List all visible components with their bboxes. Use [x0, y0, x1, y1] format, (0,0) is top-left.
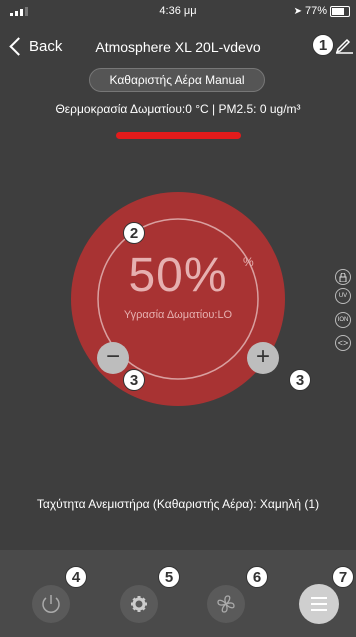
- edit-pencil-icon[interactable]: [334, 34, 354, 54]
- power-icon: [42, 595, 60, 613]
- fan-speed-text: Ταχύτητα Ανεμιστήρα (Καθαριστής Αέρα): Χ…: [36, 497, 320, 511]
- callout-badge-7: 7: [332, 566, 354, 588]
- settings-button[interactable]: [120, 585, 158, 623]
- battery-icon: [330, 5, 350, 17]
- percent-sign: %: [243, 255, 254, 269]
- callout-badge-3a: 3: [123, 369, 145, 391]
- battery-indicator: ➤ 77%: [294, 5, 350, 17]
- fan-icon: [217, 595, 235, 613]
- callout-badge-5: 5: [158, 566, 180, 588]
- decrease-button[interactable]: −: [97, 342, 129, 374]
- location-icon: ➤: [293, 5, 302, 17]
- room-humidity-label: Υγρασία Δωματίου:LO: [123, 309, 233, 321]
- status-bar-indicator: [116, 132, 241, 139]
- callout-badge-1: 1: [312, 34, 334, 56]
- uv-toggle[interactable]: UV: [335, 288, 351, 304]
- battery-percent: 77%: [304, 5, 327, 17]
- ion-toggle[interactable]: ION: [335, 312, 351, 328]
- mode-chip[interactable]: Καθαριστής Αέρα Manual: [89, 68, 265, 92]
- lock-icon[interactable]: [335, 269, 351, 285]
- increase-button[interactable]: +: [247, 342, 279, 374]
- status-bar: 4:36 μμ ➤ 77%: [0, 0, 356, 22]
- callout-badge-2: 2: [123, 222, 145, 244]
- oscillate-icon[interactable]: <>: [335, 335, 351, 351]
- room-info: Θερμοκρασία Δωματίου:0 °C | PM2.5: 0 ug/…: [55, 102, 301, 116]
- menu-button[interactable]: [299, 584, 339, 624]
- gear-icon: [131, 596, 147, 612]
- callout-badge-4: 4: [65, 566, 87, 588]
- fan-button[interactable]: [207, 585, 245, 623]
- hamburger-menu-icon: [311, 597, 327, 611]
- callout-badge-6: 6: [246, 566, 268, 588]
- power-button[interactable]: [32, 585, 70, 623]
- page-title: Atmosphere XL 20L-vdevo: [95, 39, 261, 55]
- callout-badge-3b: 3: [289, 369, 311, 391]
- humidity-percent: 50%: [128, 249, 228, 302]
